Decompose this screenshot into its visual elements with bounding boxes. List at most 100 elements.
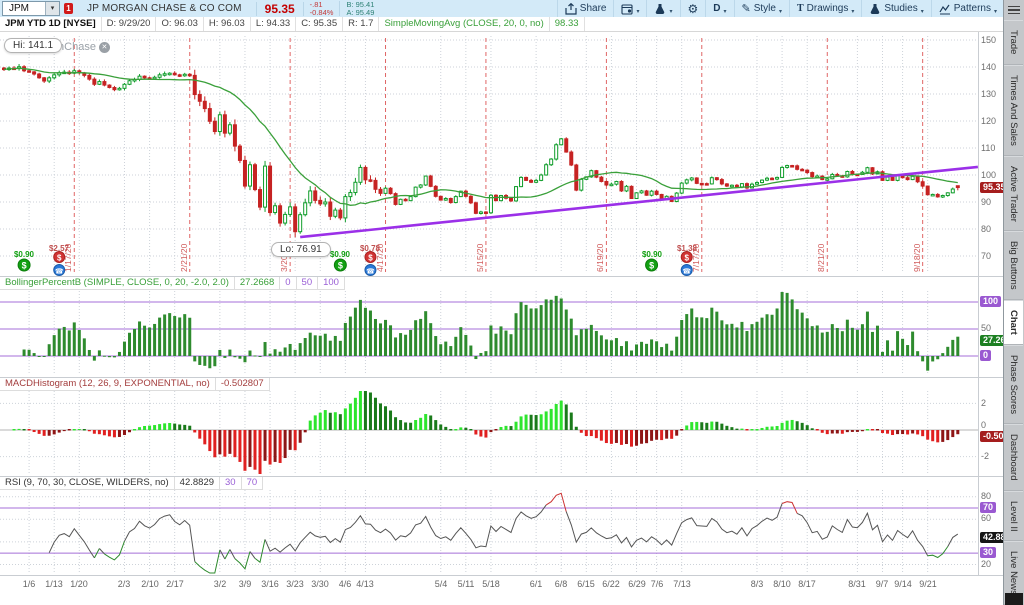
rsi-80-tick: 80 <box>981 491 991 501</box>
macd-study-title[interactable]: MACDHistogram (12, 26, 9, EXPONENTIAL, n… <box>0 378 216 391</box>
sidebar-tab-active-trader[interactable]: Active Trader <box>1004 156 1023 232</box>
opex-date-label: 9/18/20 <box>912 222 922 272</box>
macd-2-tick: 2 <box>981 398 986 408</box>
bpb-line50-chip: 50 <box>297 277 319 290</box>
share-label: Share <box>580 3 607 14</box>
price-tick-label: 90 <box>981 197 991 207</box>
opex-date-label: 6/19/20 <box>595 222 605 272</box>
share-icon <box>565 3 577 15</box>
chart-settings-button[interactable]: ⚙ <box>680 0 706 17</box>
price-tick-label: 130 <box>981 89 996 99</box>
studies-button[interactable]: Studies ▾ <box>861 0 930 17</box>
symbol-input-value[interactable]: JPM <box>3 2 45 15</box>
dividend-amount-label: $0.90 <box>635 250 669 259</box>
symbol-input[interactable]: JPM ▾ <box>2 1 60 16</box>
macd-0-tick: 0 <box>981 420 986 430</box>
sma-study-title[interactable]: SimpleMovingAvg (CLOSE, 20, 0, no) <box>379 17 549 31</box>
style-button[interactable]: ✎ Style ▾ <box>734 0 789 17</box>
company-name: JP MORGAN CHASE & CO COM <box>87 3 242 14</box>
rsi-study-title[interactable]: RSI (9, 70, 30, CLOSE, WILDERS, no) <box>0 477 175 490</box>
gear-icon: ⚙ <box>688 3 699 15</box>
date-tick-label: 8/17 <box>790 579 824 589</box>
remove-label-icon[interactable]: ✕ <box>99 42 110 53</box>
svg-text:☎: ☎ <box>682 267 691 275</box>
style-icon: ✎ <box>742 2 751 15</box>
last-price: 95.35 <box>256 2 304 16</box>
change-percent: -0.84% <box>310 9 334 17</box>
svg-text:$: $ <box>22 261 27 271</box>
price-tick-label: 140 <box>981 62 996 72</box>
symbol-dropdown-arrow[interactable]: ▾ <box>45 2 59 15</box>
quick-study-button[interactable]: ▾ <box>646 0 679 17</box>
sidebar-tab-dashboard[interactable]: Dashboard <box>1004 424 1023 490</box>
flask-icon <box>869 3 881 15</box>
chart-title: JPM YTD 1D [NYSE] <box>0 17 102 31</box>
ohlc-low: L: 94.33 <box>251 17 296 31</box>
dropdown-caret-icon: ▾ <box>779 8 782 15</box>
svg-text:$: $ <box>57 253 62 262</box>
drawings-label: Drawings <box>807 3 849 14</box>
bpb-study-value: 27.2668 <box>235 277 280 290</box>
svg-text:$: $ <box>684 253 689 262</box>
app-window: $$$$☎$☎$☎ JPMorganChase✕ Hi: 141.1 Lo: 7… <box>0 0 1024 605</box>
gadget-sidebar: TradeTimes And SalesActive TraderBig But… <box>1003 0 1024 605</box>
ohlc-high: H: 96.03 <box>204 17 251 31</box>
rsi-line70-chip: 70 <box>242 477 264 490</box>
date-tick-label: 9/21 <box>911 579 945 589</box>
chart-canvas[interactable]: $$$$☎$☎$☎ JPMorganChase✕ Hi: 141.1 Lo: 7… <box>0 0 1004 605</box>
price-tick-label: 120 <box>981 116 996 126</box>
sidebar-tab-times-and-sales[interactable]: Times And Sales <box>1004 65 1023 156</box>
patterns-label: Patterns <box>954 3 991 14</box>
chart-svg[interactable]: $$$$☎$☎$☎ <box>0 0 1004 605</box>
sidebar-tab-phase-scores[interactable]: Phase Scores <box>1004 345 1023 424</box>
ask-value: A: 95.49 <box>346 9 374 17</box>
rsi-study-value: 42.8829 <box>175 477 220 490</box>
bpb-study-title[interactable]: BollingerPercentB (SIMPLE, CLOSE, 0, 20,… <box>0 277 235 290</box>
date-tick-label: 2/17 <box>158 579 192 589</box>
date-axis[interactable]: 1/61/131/202/32/102/173/23/93/163/233/30… <box>0 575 1004 592</box>
earnings-amount-label: $1.38 <box>670 244 704 253</box>
timeframe-label: D <box>713 3 720 14</box>
earnings-amount-label: $2.57 <box>42 244 76 253</box>
rsi-line30-chip: 30 <box>220 477 242 490</box>
calendar-events-button[interactable]: ▾ <box>613 0 646 17</box>
date-tick-label: 4/13 <box>348 579 382 589</box>
alert-flag-icon[interactable]: 1 <box>64 3 73 14</box>
dropdown-caret-icon: ▾ <box>636 8 639 15</box>
price-tick-label: 150 <box>981 35 996 45</box>
low-tooltip: Lo: 76.91 <box>271 242 331 257</box>
price-tick-label: 100 <box>981 170 996 180</box>
price-axis-divider <box>978 31 979 575</box>
ohlc-open: O: 96.03 <box>156 17 203 31</box>
bid-ask: B: 95.41 A: 95.49 <box>340 1 380 16</box>
flask-icon <box>654 3 666 15</box>
style-label: Style <box>754 3 776 14</box>
bpb-line100-chip: 100 <box>318 277 345 290</box>
window-corner <box>1005 593 1023 605</box>
sidebar-tab-chart[interactable]: Chart <box>1004 300 1023 345</box>
rsi-panel-header: RSI (9, 70, 30, CLOSE, WILDERS, no) 42.8… <box>0 477 263 490</box>
patterns-button[interactable]: Patterns ▾ <box>931 0 1004 17</box>
earnings-amount-label: $0.78 <box>353 244 387 253</box>
sidebar-tab-trade[interactable]: Trade <box>1004 20 1023 64</box>
sidebar-tab-big-buttons[interactable]: Big Buttons <box>1004 231 1023 300</box>
macd-study-value: -0.502807 <box>216 378 270 391</box>
studies-label: Studies <box>884 3 917 14</box>
sidebar-tab-level-ii[interactable]: Level II <box>1004 491 1023 542</box>
rsi-30-badge: 30 <box>980 547 996 558</box>
bpb-panel-header: BollingerPercentB (SIMPLE, CLOSE, 0, 20,… <box>0 277 345 290</box>
dividend-amount-label: $0.90 <box>7 250 41 259</box>
svg-text:$: $ <box>338 261 343 271</box>
calendar-icon <box>621 3 633 15</box>
price-tick-label: 110 <box>981 143 995 153</box>
bpb-100-badge: 100 <box>980 296 1001 307</box>
text-tool-icon: T <box>797 3 804 14</box>
ohlc-close: C: 95.35 <box>296 17 343 31</box>
sidebar-menu-icon[interactable] <box>1004 0 1024 20</box>
share-button[interactable]: Share <box>557 0 614 17</box>
drawings-button[interactable]: T Drawings ▾ <box>789 0 861 17</box>
symbol-toolbar: JPM ▾ 1 JP MORGAN CHASE & CO COM 95.35 -… <box>0 0 1004 18</box>
price-change: -.81 -0.84% <box>304 1 341 16</box>
svg-text:☎: ☎ <box>366 267 375 275</box>
timeframe-button[interactable]: D ▾ <box>705 0 733 17</box>
